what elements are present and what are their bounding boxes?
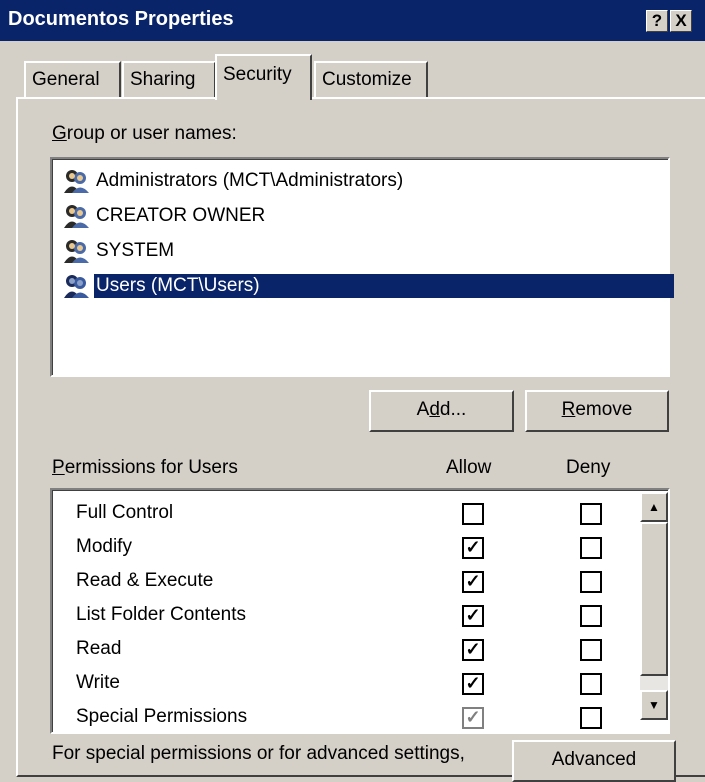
permission-name: Read & Execute	[76, 570, 214, 591]
deny-checkbox[interactable]	[580, 673, 602, 695]
allow-checkbox[interactable]: ✓	[462, 673, 484, 695]
allow-checkbox[interactable]: ✓	[462, 537, 484, 559]
tab-customize[interactable]: Customize	[314, 61, 428, 97]
user-name: Administrators (MCT\Administrators)	[96, 170, 404, 191]
scroll-down-button[interactable]: ▼	[640, 690, 668, 720]
deny-checkbox[interactable]	[580, 605, 602, 627]
advanced-button[interactable]: Advanced	[512, 740, 676, 782]
permission-row: Read ✓	[52, 634, 642, 668]
close-button[interactable]: X	[670, 10, 692, 32]
deny-checkbox[interactable]	[580, 571, 602, 593]
user-name: SYSTEM	[96, 240, 175, 261]
group-user-names-label: Group or user names:	[52, 123, 237, 144]
list-item[interactable]: Users (MCT\Users)	[62, 270, 674, 302]
permission-row: Modify ✓	[52, 532, 642, 566]
permissions-list[interactable]: Full Control Modify ✓ Read & Execute ✓ L…	[50, 488, 670, 734]
permission-name: Write	[76, 672, 120, 693]
deny-checkbox[interactable]	[580, 639, 602, 661]
user-list[interactable]: Administrators (MCT\Administrators) CREA…	[50, 157, 674, 377]
list-item[interactable]: SYSTEM	[62, 235, 674, 267]
remove-button[interactable]: Remove	[525, 390, 669, 432]
permission-row: Write ✓	[52, 668, 642, 702]
deny-header: Deny	[566, 457, 611, 478]
allow-checkbox[interactable]: ✓	[462, 707, 484, 729]
allow-checkbox[interactable]	[462, 503, 484, 525]
list-item[interactable]: CREATOR OWNER	[62, 200, 674, 232]
tab-security[interactable]: Security	[215, 54, 312, 100]
deny-checkbox[interactable]	[580, 707, 602, 729]
allow-header: Allow	[446, 457, 492, 478]
user-name: Users (MCT\Users)	[94, 274, 674, 298]
permissions-scrollbar[interactable]: ▲ ▼	[640, 492, 668, 720]
allow-checkbox[interactable]: ✓	[462, 639, 484, 661]
users-group-icon	[64, 240, 89, 263]
scroll-thumb[interactable]	[640, 522, 668, 676]
users-group-icon	[64, 275, 89, 298]
users-group-icon	[64, 205, 89, 228]
permission-row: Full Control	[52, 498, 642, 532]
list-item[interactable]: Administrators (MCT\Administrators)	[62, 165, 674, 197]
allow-checkbox[interactable]: ✓	[462, 571, 484, 593]
permission-name: List Folder Contents	[76, 604, 247, 625]
scroll-up-button[interactable]: ▲	[640, 492, 668, 522]
permission-name: Full Control	[76, 502, 174, 523]
permission-row: Special Permissions ✓	[52, 702, 642, 732]
advanced-settings-text: For special permissions or for advanced …	[52, 743, 465, 764]
window-title: Documentos Properties	[8, 8, 234, 30]
users-group-icon	[64, 170, 89, 193]
user-name: CREATOR OWNER	[96, 205, 266, 226]
permission-row: Read & Execute ✓	[52, 566, 642, 600]
permissions-label: Permissions for Users	[52, 457, 238, 478]
permission-name: Read	[76, 638, 122, 659]
deny-checkbox[interactable]	[580, 537, 602, 559]
permission-name: Modify	[76, 536, 132, 557]
permission-name: Special Permissions	[76, 706, 248, 727]
allow-checkbox[interactable]: ✓	[462, 605, 484, 627]
title-bar[interactable]: Documentos Properties ? X	[0, 0, 705, 41]
tab-general[interactable]: General	[24, 61, 121, 97]
add-button[interactable]: Add...	[369, 390, 514, 432]
deny-checkbox[interactable]	[580, 503, 602, 525]
permission-row: List Folder Contents ✓	[52, 600, 642, 634]
tab-sharing[interactable]: Sharing	[122, 61, 216, 97]
help-button[interactable]: ?	[646, 10, 668, 32]
